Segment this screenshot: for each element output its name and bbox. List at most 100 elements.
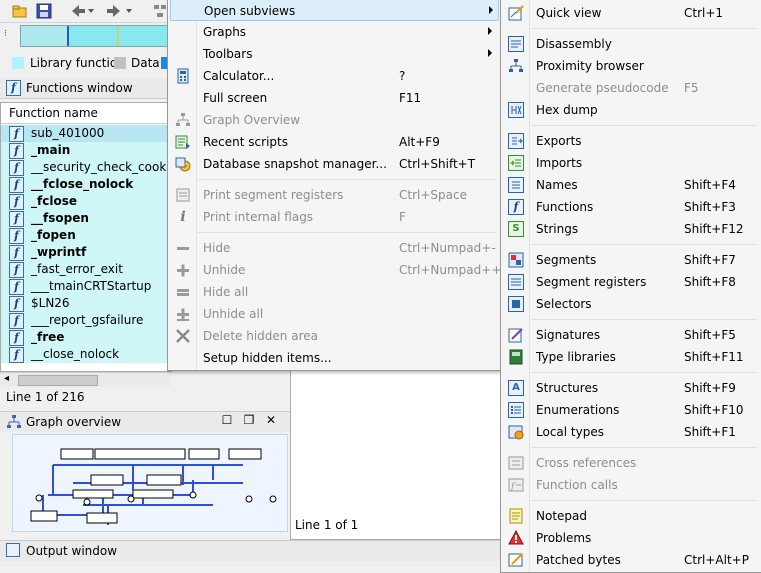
function-icon: f (9, 279, 24, 295)
functions-window-titlebar[interactable]: f Functions window (0, 78, 170, 99)
navband-grip-icon: ⁝ (4, 29, 7, 39)
menu-item-graph-overview[interactable]: Graph Overview (170, 109, 499, 131)
function-row[interactable]: f $LN26 (1, 295, 171, 312)
open-folder-icon[interactable] (12, 3, 28, 19)
function-row[interactable]: f _wprintf (1, 244, 171, 261)
submenu-item-enumerations[interactable]: Enumerations Shift+F10 (503, 399, 759, 421)
menu-item-toolbars[interactable]: Toolbars (170, 43, 499, 65)
submenu-item-shortcut: Shift+F12 (684, 222, 744, 236)
function-row[interactable]: f __close_nolock (1, 346, 171, 363)
menu-item-full-screen[interactable]: Full screen F11 (170, 87, 499, 109)
submenu-item-label: Type libraries (536, 350, 616, 364)
menu-item-open-subviews[interactable]: Open subviews (170, 0, 499, 21)
legend-swatch-data (114, 57, 126, 69)
menu-item-calculator[interactable]: Calculator... ? (170, 65, 499, 87)
submenu-item-quick-view[interactable]: Quick view Ctrl+1 (503, 2, 759, 24)
function-row[interactable]: f _fast_error_exit (1, 261, 171, 278)
submenu-item-type-libraries[interactable]: Type libraries Shift+F11 (503, 346, 759, 368)
functions-horizontal-scrollbar[interactable]: ◂ (0, 372, 170, 387)
submenu-item-proximity-browser[interactable]: Proximity browser (503, 55, 759, 77)
menu-item-label: Hide (203, 241, 231, 255)
menu-item-label: Open subviews (204, 4, 296, 18)
submenu-item-strings[interactable]: S Strings Shift+F12 (503, 218, 759, 240)
submenu-item-segments[interactable]: Segments Shift+F7 (503, 249, 759, 271)
submenu-item-hex-dump[interactable]: Hex dump (503, 99, 759, 121)
function-row[interactable]: f ___tmainCRTStartup (1, 278, 171, 295)
menu-separator (531, 447, 757, 448)
menu-item-print-segment-registers[interactable]: Print segment registers Ctrl+Space (170, 184, 499, 206)
submenu-item-imports[interactable]: Imports (503, 152, 759, 174)
menu-item-delete-hidden-area[interactable]: Delete hidden area (170, 325, 499, 347)
submenu-item-shortcut: Shift+F8 (684, 275, 736, 289)
submenu-item-disassembly[interactable]: Disassembly (503, 33, 759, 55)
function-icon: f (9, 228, 24, 244)
network-icon[interactable] (152, 3, 168, 19)
secondary-view-status: Line 1 of 1 (295, 518, 359, 532)
submenu-item-notepad[interactable]: Notepad (503, 505, 759, 527)
scroll-left-icon[interactable]: ◂ (4, 373, 9, 384)
submenu-item-label: Notepad (536, 509, 587, 523)
output-window-titlebar[interactable]: Output window (0, 540, 501, 561)
function-row[interactable]: f _main (1, 142, 171, 159)
function-row[interactable]: f _fclose (1, 193, 171, 210)
graph-overview-canvas[interactable] (12, 434, 288, 532)
secondary-view-pane[interactable] (290, 370, 503, 540)
restore-icon[interactable]: ❐ (242, 413, 256, 427)
function-row[interactable]: f __security_check_cookie(x) (1, 159, 171, 176)
close-icon[interactable]: ✕ (264, 413, 278, 427)
submenu-item-generate-pseudocode[interactable]: Generate pseudocode F5 (503, 77, 759, 99)
function-icon: f (9, 143, 24, 159)
submenu-item-exports[interactable]: Exports (503, 130, 759, 152)
function-row[interactable]: f __fsopen (1, 210, 171, 227)
menu-item-hide[interactable]: Hide Ctrl+Numpad+- (170, 237, 499, 259)
function-name-column-header[interactable]: Function name (1, 103, 171, 124)
function-name: ___report_gsfailure (31, 313, 144, 327)
menu-item-recent-scripts[interactable]: Recent scripts Alt+F9 (170, 131, 499, 153)
menu-item-unhide-all[interactable]: Unhide all (170, 303, 499, 325)
menu-item-database-snapshot-manager[interactable]: Database snapshot manager... Ctrl+Shift+… (170, 153, 499, 175)
menu-item-print-internal-flags[interactable]: i Print internal flags F (170, 206, 499, 228)
submenu-item-patched-bytes[interactable]: Patched bytes Ctrl+Alt+P (503, 549, 759, 571)
submenu-item-structures[interactable]: A Structures Shift+F9 (503, 377, 759, 399)
legend-swatch-library (12, 57, 24, 69)
submenu-item-function-calls[interactable]: f Function calls (503, 474, 759, 496)
strings-icon: S (508, 221, 524, 237)
navigation-bar[interactable] (20, 25, 172, 47)
graph-overview-drawing (30, 448, 277, 525)
function-row[interactable]: f sub_401000 (1, 125, 171, 142)
menu-item-setup-hidden-items[interactable]: Setup hidden items... (170, 347, 499, 369)
functions-window-status: Line 1 of 216 (6, 390, 85, 404)
function-row[interactable]: f __fclose_nolock (1, 176, 171, 193)
function-name: __fsopen (31, 211, 89, 225)
names-icon (508, 177, 524, 193)
function-name: _wprintf (31, 245, 87, 259)
main-toolbar (0, 0, 170, 23)
function-row[interactable]: f ___report_gsfailure (1, 312, 171, 329)
function-row[interactable]: f _fopen (1, 227, 171, 244)
submenu-item-cross-references[interactable]: Cross references (503, 452, 759, 474)
submenu-item-functions[interactable]: f Functions Shift+F3 (503, 196, 759, 218)
submenu-item-local-types[interactable]: Local types Shift+F1 (503, 421, 759, 443)
menu-item-graphs[interactable]: Graphs (170, 21, 499, 43)
submenu-item-label: Function calls (536, 478, 618, 492)
menu-item-hide-all[interactable]: Hide all (170, 281, 499, 303)
submenu-item-problems[interactable]: Problems (503, 527, 759, 549)
submenu-item-segment-registers[interactable]: Segment registers Shift+F8 (503, 271, 759, 293)
segment-registers-icon (175, 187, 191, 203)
menu-item-unhide[interactable]: Unhide Ctrl+Numpad++ (170, 259, 501, 281)
back-arrow-icon[interactable] (70, 3, 94, 19)
view-menu: Open subviews Graphs Toolbars Calculator… (167, 0, 502, 371)
submenu-item-shortcut: Shift+F9 (684, 381, 736, 395)
submenu-item-label: Quick view (536, 6, 602, 20)
forward-arrow-icon[interactable] (106, 3, 132, 19)
submenu-item-label: Proximity browser (536, 59, 644, 73)
submenu-item-names[interactable]: Names Shift+F4 (503, 174, 759, 196)
submenu-item-selectors[interactable]: Selectors (503, 293, 759, 315)
maximize-icon[interactable]: ☐ (220, 413, 234, 427)
function-row[interactable]: f _free (1, 329, 171, 346)
scrollbar-thumb[interactable] (18, 375, 98, 386)
submenu-item-signatures[interactable]: Signatures Shift+F5 (503, 324, 759, 346)
submenu-item-label: Exports (536, 134, 582, 148)
save-icon[interactable] (36, 3, 52, 19)
function-name: __fclose_nolock (31, 177, 134, 191)
